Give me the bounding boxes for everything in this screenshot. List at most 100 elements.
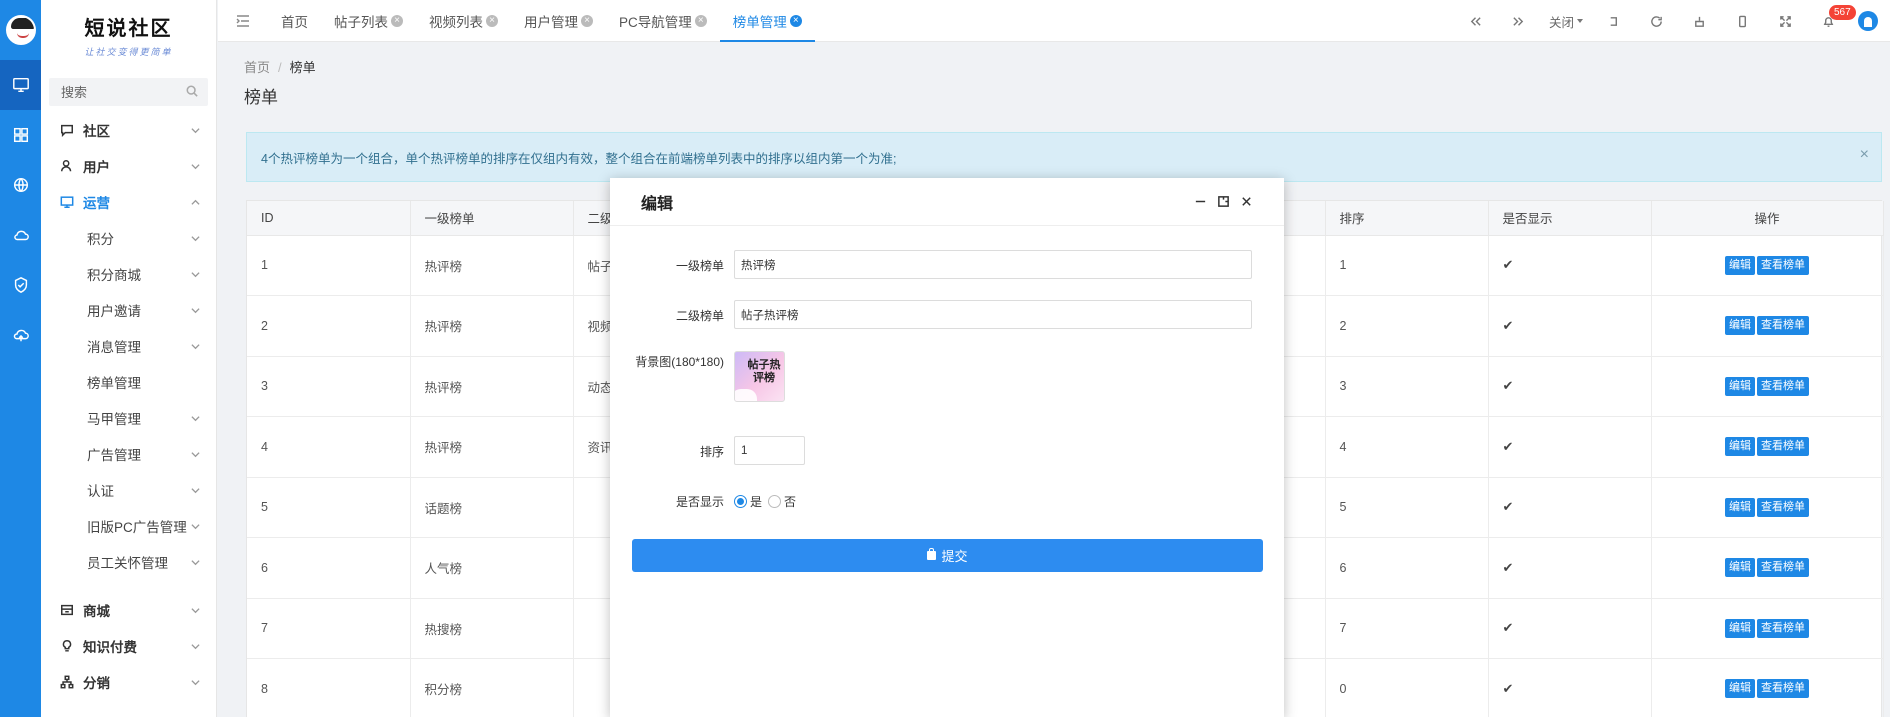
- view-ranking-button[interactable]: 查看榜单: [1757, 437, 1809, 457]
- cell-primary: 热评榜: [410, 356, 574, 417]
- column-header-primary[interactable]: 一级榜单: [410, 201, 574, 236]
- tab-prev-icon[interactable]: [1454, 0, 1497, 42]
- modal-header: 编辑: [610, 178, 1284, 226]
- tab-users[interactable]: 用户管理 ×: [511, 0, 606, 41]
- maximize-icon[interactable]: [1212, 192, 1235, 212]
- breadcrumb-separator: /: [278, 60, 282, 75]
- chevron-down-icon: [191, 606, 200, 615]
- view-ranking-button[interactable]: 查看榜单: [1757, 497, 1809, 517]
- breadcrumb-home[interactable]: 首页: [244, 60, 270, 75]
- view-ranking-button[interactable]: 查看榜单: [1757, 558, 1809, 578]
- tab-home[interactable]: 首页: [268, 0, 321, 41]
- sidebar-group-knowledge[interactable]: 知识付费: [41, 628, 216, 664]
- refresh-icon[interactable]: [1635, 0, 1678, 42]
- check-icon: ✔: [1502, 378, 1514, 394]
- globe-icon[interactable]: [0, 160, 41, 210]
- cloud-upload-icon[interactable]: [0, 310, 41, 360]
- modal-title: 编辑: [641, 195, 674, 213]
- tab-rankings[interactable]: 榜单管理 ×: [719, 0, 815, 42]
- radio-label: 是: [750, 495, 763, 509]
- edit-button[interactable]: 编辑: [1725, 679, 1755, 699]
- sidebar-item-legacy-pc-ads[interactable]: 旧版PC广告管理: [41, 508, 216, 544]
- sidebar-item-points-mall[interactable]: 积分商城: [41, 256, 216, 292]
- edit-button[interactable]: 编辑: [1725, 497, 1755, 517]
- edit-button[interactable]: 编辑: [1725, 316, 1755, 336]
- tab-close-icon[interactable]: ×: [581, 14, 593, 27]
- edit-button[interactable]: 编辑: [1725, 618, 1755, 638]
- tab-videos[interactable]: 视频列表 ×: [416, 0, 511, 41]
- back-icon[interactable]: [1592, 0, 1635, 42]
- column-header-id[interactable]: ID: [247, 201, 411, 236]
- background-image-thumbnail[interactable]: 帖子热评榜: [734, 351, 785, 402]
- top-tools: 关闭 567: [1454, 0, 1890, 42]
- brand-tagline: 让社交变得更简单: [84, 47, 173, 57]
- search-icon[interactable]: [186, 85, 198, 100]
- search-input[interactable]: [61, 84, 181, 100]
- edit-button[interactable]: 编辑: [1725, 255, 1755, 275]
- edit-button[interactable]: 编辑: [1725, 558, 1755, 578]
- thumbnail-text: 帖子热评榜: [747, 358, 781, 384]
- radio-unselected-icon: [768, 495, 782, 508]
- grid-icon[interactable]: [0, 110, 41, 160]
- edit-button[interactable]: 编辑: [1725, 437, 1755, 457]
- edit-button[interactable]: 编辑: [1725, 376, 1755, 396]
- app-avatar[interactable]: [0, 0, 41, 60]
- sidebar-group-shop[interactable]: 商城: [41, 592, 216, 628]
- tab-posts[interactable]: 帖子列表 ×: [321, 0, 416, 41]
- view-ranking-button[interactable]: 查看榜单: [1757, 618, 1809, 638]
- tab-label: 帖子列表: [334, 14, 388, 30]
- primary-ranking-field[interactable]: [734, 250, 1252, 279]
- cloud-icon[interactable]: [0, 210, 41, 260]
- view-ranking-button[interactable]: 查看榜单: [1757, 316, 1809, 336]
- sidebar-group-community[interactable]: 社区: [41, 112, 216, 148]
- tab-label: PC导航管理: [619, 14, 692, 30]
- sidebar-group-operations[interactable]: 运营: [41, 184, 216, 220]
- tab-next-icon[interactable]: [1497, 0, 1540, 42]
- cell-sort: 5: [1325, 477, 1489, 538]
- sidebar-item-vest[interactable]: 马甲管理: [41, 400, 216, 436]
- brand-logo[interactable]: 短说社区 让社交变得更简单: [41, 0, 216, 60]
- tab-close-icon[interactable]: ×: [789, 14, 802, 27]
- visible-no-radio[interactable]: 否: [768, 493, 796, 510]
- sidebar-item-invite[interactable]: 用户邀请: [41, 292, 216, 328]
- sidebar-item-ads[interactable]: 广告管理: [41, 436, 216, 472]
- sidebar-item-verification[interactable]: 认证: [41, 472, 216, 508]
- alert-close-icon[interactable]: ×: [1860, 146, 1869, 164]
- sidebar-group-distribution[interactable]: 分销: [41, 664, 216, 700]
- sidebar-item-label: 榜单管理: [87, 376, 141, 391]
- sort-field[interactable]: [734, 436, 805, 465]
- view-ranking-button[interactable]: 查看榜单: [1757, 255, 1809, 275]
- tab-pc-nav[interactable]: PC导航管理 ×: [606, 0, 720, 41]
- sidebar-item-points[interactable]: 积分: [41, 220, 216, 256]
- visible-yes-radio[interactable]: 是: [734, 493, 762, 510]
- cell-actions: 编辑 查看榜单: [1651, 235, 1884, 296]
- user-avatar[interactable]: [1858, 11, 1878, 31]
- column-header-visible[interactable]: 是否显示: [1488, 201, 1652, 236]
- cell-actions: 编辑 查看榜单: [1651, 416, 1884, 478]
- sidebar-group-user[interactable]: 用户: [41, 148, 216, 184]
- close-tabs-label: 关闭: [1548, 15, 1574, 30]
- fullscreen-icon[interactable]: [1764, 0, 1807, 42]
- cell-visible: ✔: [1488, 537, 1652, 599]
- cell-visible: ✔: [1488, 416, 1652, 478]
- mobile-icon[interactable]: [1721, 0, 1764, 42]
- close-icon[interactable]: [1235, 192, 1258, 212]
- sidebar-item-employee-care[interactable]: 员工关怀管理: [41, 544, 216, 580]
- close-tabs-dropdown[interactable]: 关闭: [1540, 0, 1592, 42]
- submit-button[interactable]: 提交: [632, 539, 1263, 572]
- bell-icon[interactable]: 567: [1807, 0, 1856, 42]
- minimize-icon[interactable]: [1189, 192, 1212, 212]
- collapse-menu-icon[interactable]: [218, 0, 268, 41]
- shield-icon[interactable]: [0, 260, 41, 310]
- sidebar-item-messages[interactable]: 消息管理: [41, 328, 216, 364]
- tab-close-icon[interactable]: ×: [391, 14, 403, 27]
- clear-cache-icon[interactable]: [1678, 0, 1721, 42]
- sidebar-item-rankings[interactable]: 榜单管理: [41, 364, 216, 400]
- view-ranking-button[interactable]: 查看榜单: [1757, 376, 1809, 396]
- secondary-ranking-field[interactable]: [734, 300, 1252, 329]
- monitor-icon[interactable]: [0, 60, 41, 110]
- tab-close-icon[interactable]: ×: [486, 14, 498, 27]
- column-header-sort[interactable]: 排序: [1325, 201, 1489, 236]
- tab-close-icon[interactable]: ×: [694, 14, 707, 27]
- view-ranking-button[interactable]: 查看榜单: [1757, 679, 1809, 699]
